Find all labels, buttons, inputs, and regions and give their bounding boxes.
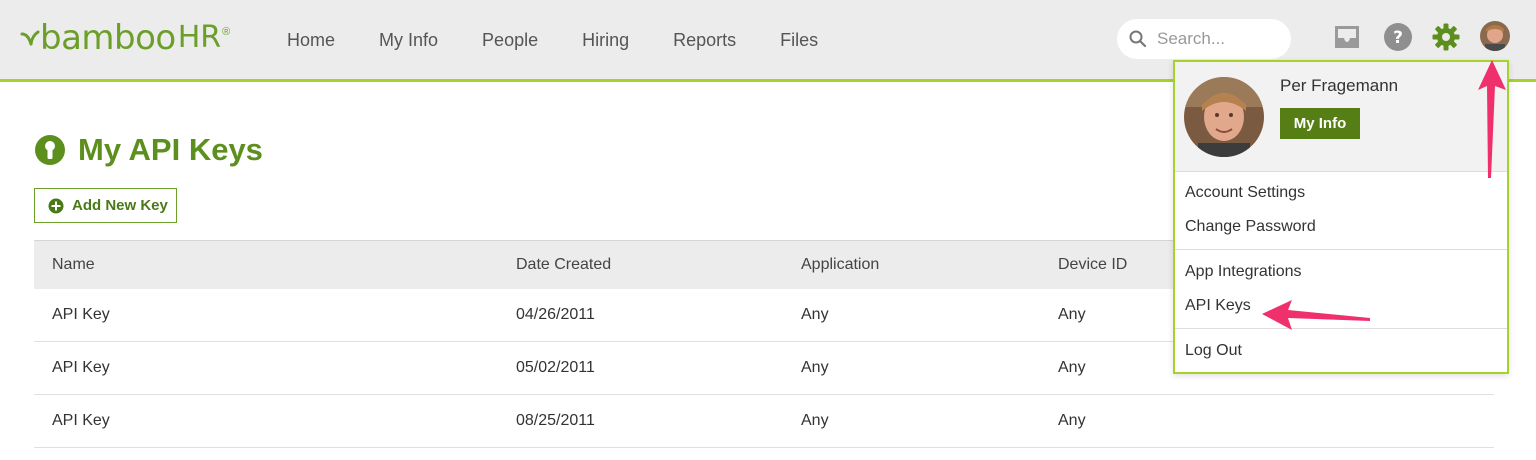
gear-icon[interactable] — [1431, 22, 1461, 57]
key-icon — [35, 135, 65, 165]
table-row[interactable]: API Key 08/25/2011 Any Any — [34, 395, 1494, 448]
cell-date-created: 08/25/2011 — [516, 412, 595, 429]
menu-item-log-out[interactable]: Log Out — [1185, 342, 1242, 360]
search-icon — [1129, 30, 1147, 48]
logo-hr: HR — [177, 20, 222, 55]
nav-reports[interactable]: Reports — [673, 30, 736, 51]
menu-item-app-integrations[interactable]: App Integrations — [1185, 263, 1302, 281]
nav-files[interactable]: Files — [780, 30, 818, 51]
column-header-device-id[interactable]: Device ID — [1058, 256, 1127, 274]
leaf-icon — [20, 30, 40, 46]
plus-circle-icon — [48, 198, 64, 213]
cell-name: API Key — [52, 412, 110, 429]
menu-divider — [1175, 328, 1507, 329]
column-header-name[interactable]: Name — [52, 256, 95, 274]
menu-item-account-settings[interactable]: Account Settings — [1185, 184, 1305, 202]
add-new-key-label: Add New Key — [72, 197, 168, 214]
column-header-date-created[interactable]: Date Created — [516, 256, 611, 274]
svg-text:?: ? — [1393, 28, 1403, 48]
cell-name: API Key — [52, 306, 110, 323]
user-menu-header: Per Fragemann My Info — [1175, 62, 1507, 172]
search-box — [1117, 19, 1291, 59]
cell-device-id: Any — [1058, 412, 1086, 429]
cell-application: Any — [801, 359, 829, 376]
add-new-key-button[interactable]: Add New Key — [34, 188, 177, 223]
cell-application: Any — [801, 306, 829, 323]
nav-my-info[interactable]: My Info — [379, 30, 438, 51]
page-title-text: My API Keys — [78, 132, 263, 167]
menu-item-change-password[interactable]: Change Password — [1185, 218, 1316, 236]
user-name: Per Fragemann — [1280, 76, 1399, 95]
bamboohr-logo[interactable]: bamboo HR ® — [18, 18, 230, 58]
my-info-button[interactable]: My Info — [1280, 108, 1360, 139]
column-header-application[interactable]: Application — [801, 256, 879, 274]
menu-item-api-keys[interactable]: API Keys — [1185, 297, 1251, 315]
menu-divider — [1175, 249, 1507, 250]
search-input[interactable] — [1157, 29, 1277, 49]
nav-people[interactable]: People — [482, 30, 538, 51]
main-nav: Home My Info People Hiring Reports Files — [265, 0, 840, 80]
avatar[interactable] — [1480, 21, 1510, 51]
user-avatar — [1184, 77, 1264, 157]
nav-hiring[interactable]: Hiring — [582, 30, 629, 51]
user-menu-dropdown: Per Fragemann My Info Account Settings C… — [1173, 60, 1509, 374]
cell-name: API Key — [52, 359, 110, 376]
nav-home[interactable]: Home — [287, 30, 335, 51]
help-icon[interactable]: ? — [1383, 22, 1413, 57]
cell-date-created: 04/26/2011 — [516, 306, 595, 323]
page-title: My API Keys — [34, 132, 263, 168]
logo-text: bamboo — [40, 18, 176, 58]
cell-date-created: 05/02/2011 — [516, 359, 595, 376]
logo-registered: ® — [222, 26, 231, 38]
cell-device-id: Any — [1058, 306, 1086, 323]
cell-application: Any — [801, 412, 829, 429]
cell-device-id: Any — [1058, 359, 1086, 376]
inbox-icon[interactable] — [1332, 22, 1362, 57]
